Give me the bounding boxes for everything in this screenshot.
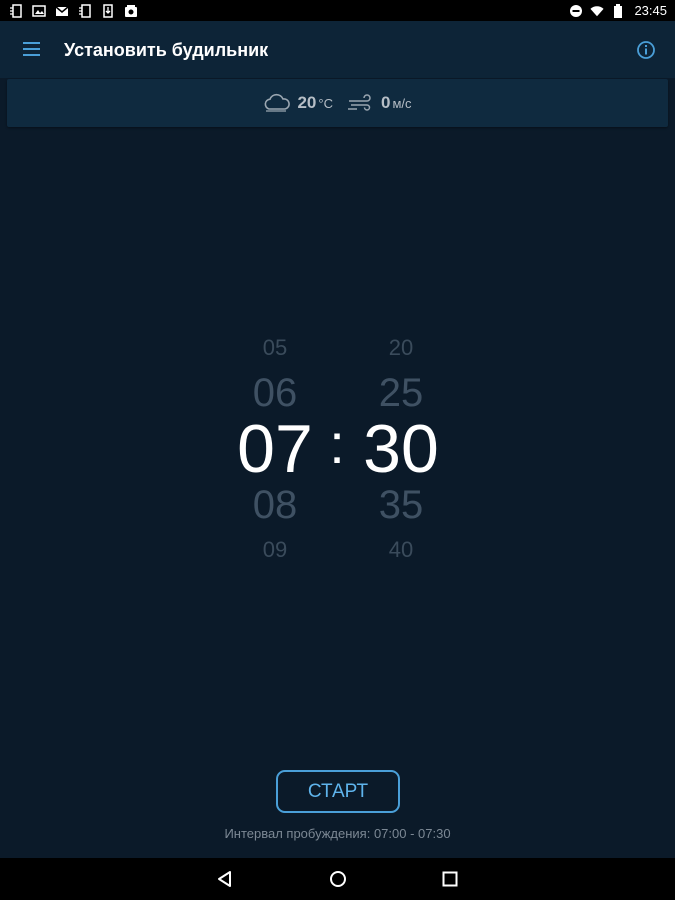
hour-option[interactable]: 05 [215,336,335,360]
hamburger-menu-icon[interactable] [22,41,42,57]
app-bar: Установить будильник [0,21,675,78]
wifi-icon [590,4,605,18]
wind-icon [347,93,375,113]
navigation-bar [0,858,675,900]
temperature-value: 20 [297,93,317,112]
weather-panel: 20 °C 0 м/с [7,79,668,127]
cloud-icon [263,93,291,113]
hour-option[interactable]: 06 [215,372,335,414]
do-not-disturb-icon [569,4,583,18]
clock-time: 23:45 [634,3,667,18]
hour-option[interactable]: 08 [215,484,335,526]
start-button[interactable]: СТАРТ [276,770,400,813]
image-icon [32,4,46,18]
gmail-icon [55,4,69,18]
selected-minute[interactable]: 30 [341,414,461,484]
back-icon[interactable] [215,869,235,889]
status-bar: 23:45 [0,0,675,21]
photo-album-icon [124,4,138,18]
battery-icon [611,3,625,18]
notification-icons [0,3,138,18]
wake-interval-text: Интервал пробуждения: 07:00 - 07:30 [224,826,451,841]
sim-icon [78,3,92,18]
download-icon [101,3,115,18]
system-icons: 23:45 [569,0,667,21]
sim-icon [9,3,23,18]
minute-option[interactable]: 25 [341,372,461,414]
minute-option[interactable]: 35 [341,484,461,526]
temperature: 20 °C [263,93,333,113]
temperature-unit: °C [318,96,333,111]
hour-option[interactable]: 09 [215,538,335,562]
selected-hour[interactable]: 07 [215,414,335,484]
info-icon[interactable] [636,40,656,60]
recents-icon[interactable] [440,869,460,889]
minute-option[interactable]: 40 [341,538,461,562]
minute-option[interactable]: 20 [341,336,461,360]
wind-unit: м/с [392,96,412,111]
page-title: Установить будильник [64,40,269,60]
wind: 0 м/с [347,93,412,113]
wind-value: 0 [380,93,391,112]
home-icon[interactable] [328,869,348,889]
time-picker: 05 06 07 08 09 : 20 25 30 35 40 [0,320,675,580]
